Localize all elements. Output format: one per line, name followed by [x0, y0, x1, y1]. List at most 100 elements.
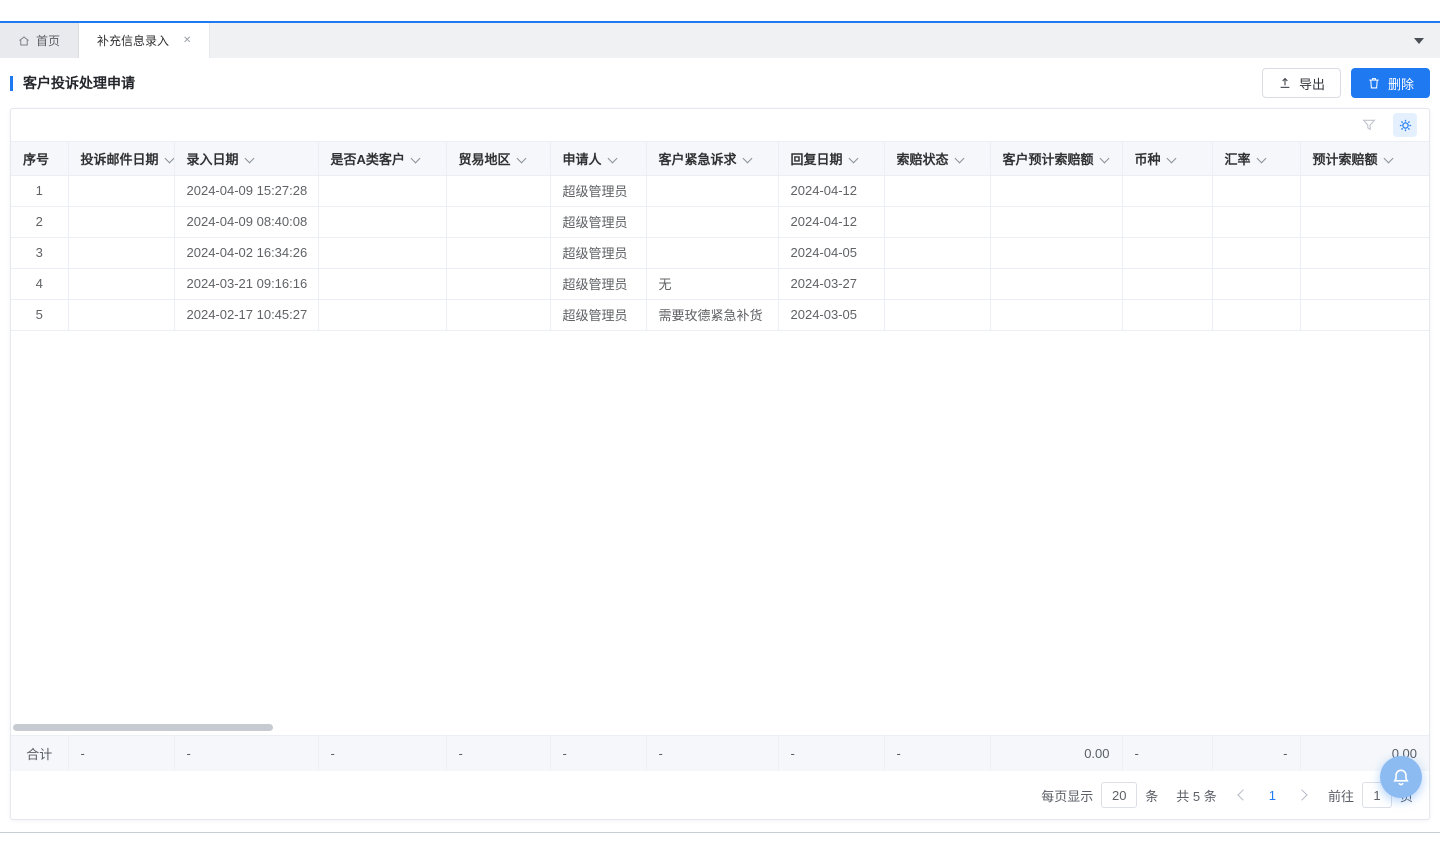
table-header-cell[interactable]: 投诉邮件日期 — [68, 142, 174, 175]
column-label: 录入日期 — [187, 152, 239, 167]
page-bottom-divider — [0, 832, 1440, 833]
tab-bar: 首页 补充信息录入 ✕ — [0, 23, 1440, 58]
filter-icon[interactable] — [1361, 117, 1377, 133]
summary-cell: - — [174, 735, 318, 771]
sort-chevron-icon — [244, 153, 254, 163]
table-cell — [446, 206, 550, 237]
pagination-bar: 每页显示 条 共 5 条 1 前往 页 — [11, 771, 1429, 819]
next-page-icon[interactable] — [1296, 789, 1307, 800]
table-row[interactable]: 12024-04-09 15:27:28超级管理员2024-04-12 — [11, 175, 1429, 206]
table-cell — [646, 206, 778, 237]
table-cell: 1 — [11, 175, 68, 206]
sort-chevron-icon — [848, 153, 858, 163]
table-cell: 5 — [11, 299, 68, 330]
table-cell — [990, 237, 1122, 268]
table-row[interactable]: 42024-03-21 09:16:16超级管理员无2024-03-27 — [11, 268, 1429, 299]
summary-cell: - — [646, 735, 778, 771]
table-cell — [318, 206, 446, 237]
summary-cell: 0.00 — [990, 735, 1122, 771]
table-row[interactable]: 32024-04-02 16:34:26超级管理员2024-04-05 — [11, 237, 1429, 268]
export-label: 导出 — [1299, 74, 1325, 93]
sort-chevron-icon — [742, 153, 752, 163]
summary-cell: - — [1212, 735, 1300, 771]
page-title: 客户投诉处理申请 — [10, 76, 135, 91]
table-cell: 2024-03-21 09:16:16 — [174, 268, 318, 299]
table-cell — [884, 299, 990, 330]
table-header-cell[interactable]: 币种 — [1122, 142, 1212, 175]
table-header-cell[interactable]: 客户紧急诉求 — [646, 142, 778, 175]
table-header-cell[interactable]: 贸易地区 — [446, 142, 550, 175]
per-page-input[interactable] — [1101, 782, 1137, 808]
table-cell — [1300, 206, 1429, 237]
column-label: 索赔状态 — [897, 152, 949, 167]
sort-chevron-icon — [607, 153, 617, 163]
table-cell: 2024-04-05 — [778, 237, 884, 268]
table-cell — [1300, 299, 1429, 330]
goto-label: 前往 — [1328, 786, 1354, 805]
table-row[interactable]: 52024-02-17 10:45:27超级管理员需要玫德紧急补货2024-03… — [11, 299, 1429, 330]
gear-icon[interactable] — [1393, 113, 1417, 137]
tab-home[interactable]: 首页 — [0, 23, 79, 58]
table-cell — [884, 237, 990, 268]
table-header-cell[interactable]: 是否A类客户 — [318, 142, 446, 175]
table-cell — [990, 268, 1122, 299]
table-header-cell[interactable]: 索赔状态 — [884, 142, 990, 175]
summary-table: 合计--------0.00--0.00 — [11, 735, 1429, 772]
table-cell — [990, 206, 1122, 237]
current-page-number[interactable]: 1 — [1269, 788, 1276, 803]
summary-cell: - — [1122, 735, 1212, 771]
table-cell — [1122, 268, 1212, 299]
notification-button[interactable] — [1380, 756, 1422, 798]
caret-down-icon[interactable] — [1414, 38, 1424, 44]
sort-chevron-icon — [410, 153, 420, 163]
column-label: 是否A类客户 — [331, 152, 405, 167]
table-cell — [68, 299, 174, 330]
table-cell: 2024-04-12 — [778, 175, 884, 206]
summary-cell: - — [68, 735, 174, 771]
scrollbar-thumb[interactable] — [13, 724, 273, 731]
table-cell — [884, 268, 990, 299]
column-label: 申请人 — [563, 152, 602, 167]
delete-label: 删除 — [1388, 74, 1414, 93]
table-row[interactable]: 22024-04-09 08:40:08超级管理员2024-04-12 — [11, 206, 1429, 237]
table-header-cell[interactable]: 汇率 — [1212, 142, 1300, 175]
per-page-unit: 条 — [1145, 786, 1158, 805]
table-header-cell[interactable]: 预计索赔额 — [1300, 142, 1429, 175]
export-button[interactable]: 导出 — [1262, 68, 1341, 98]
table-header-cell[interactable]: 客户预计索赔额 — [990, 142, 1122, 175]
title-row: 客户投诉处理申请 导出 删除 — [10, 58, 1430, 108]
prev-page-icon[interactable] — [1237, 789, 1248, 800]
table-cell — [68, 175, 174, 206]
table-card: 序号投诉邮件日期录入日期是否A类客户贸易地区申请人客户紧急诉求回复日期索赔状态客… — [10, 108, 1430, 820]
table-cell — [446, 268, 550, 299]
table-cell: 2024-03-05 — [778, 299, 884, 330]
table-cell: 需要玫德紧急补货 — [646, 299, 778, 330]
table-header-cell[interactable]: 录入日期 — [174, 142, 318, 175]
column-label: 回复日期 — [791, 152, 843, 167]
table-cell — [990, 299, 1122, 330]
table-cell — [1212, 206, 1300, 237]
table-header-cell[interactable]: 回复日期 — [778, 142, 884, 175]
column-label: 预计索赔额 — [1313, 152, 1378, 167]
delete-button[interactable]: 删除 — [1351, 68, 1430, 98]
sort-chevron-icon — [1099, 153, 1109, 163]
table-toolbar — [11, 109, 1429, 142]
table-cell — [446, 175, 550, 206]
table-cell: 4 — [11, 268, 68, 299]
table-cell — [1122, 175, 1212, 206]
table-cell: 2024-04-12 — [778, 206, 884, 237]
sort-chevron-icon — [164, 153, 174, 163]
table-cell — [318, 237, 446, 268]
table-cell — [1212, 268, 1300, 299]
column-label: 汇率 — [1225, 152, 1251, 167]
trash-icon — [1367, 76, 1381, 90]
sort-chevron-icon — [1383, 153, 1393, 163]
close-icon[interactable]: ✕ — [183, 35, 191, 46]
summary-label: 合计 — [11, 735, 68, 771]
tab-home-label: 首页 — [36, 32, 60, 49]
action-buttons: 导出 删除 — [1262, 68, 1430, 98]
table-cell — [68, 206, 174, 237]
tab-supplementary-info[interactable]: 补充信息录入 ✕ — [79, 23, 210, 58]
table-header-cell[interactable]: 申请人 — [550, 142, 646, 175]
tab-active-label: 补充信息录入 — [97, 32, 169, 49]
